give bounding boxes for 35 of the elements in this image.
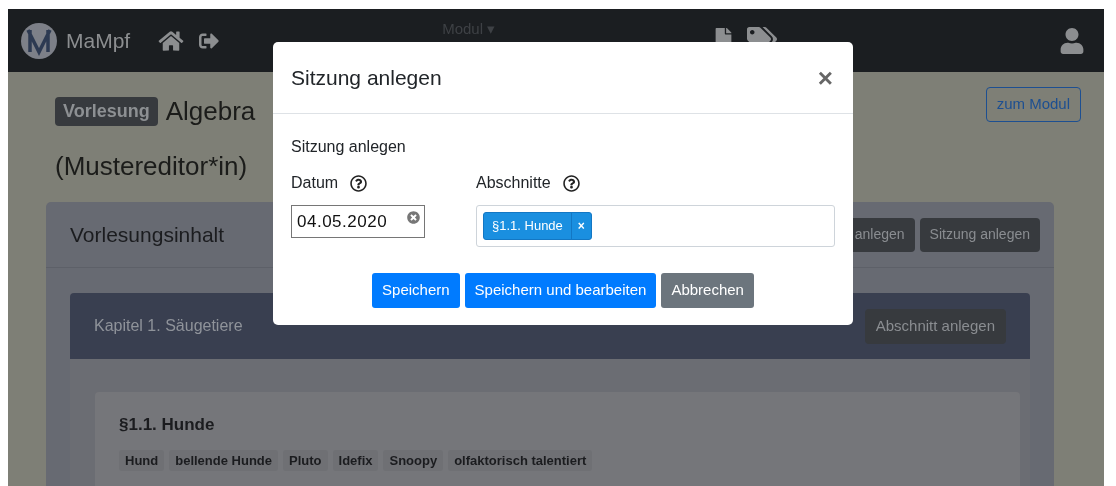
sections-select[interactable]: §1.1. Hunde × (476, 205, 835, 247)
dialog-button[interactable]: Abbrechen (661, 273, 754, 308)
help-icon[interactable] (562, 174, 580, 192)
tag: Pluto (283, 449, 328, 471)
user-icon[interactable] (1060, 27, 1084, 54)
logo-icon[interactable] (20, 21, 58, 60)
date-label: Datum (291, 173, 339, 193)
chapter-title: Kapitel 1. Säugetiere (94, 316, 243, 336)
modal-title: Sitzung anlegen (291, 64, 442, 91)
lecture-title: Algebra (165, 95, 256, 128)
chip-remove-button[interactable]: × (570, 213, 591, 239)
card-title: Vorlesungsinhalt (70, 221, 225, 248)
dialog-button[interactable]: Speichern (372, 273, 460, 308)
chip-label: §1.1. Hunde (491, 217, 564, 236)
date-value: 04.05.2020 (297, 210, 389, 233)
lecture-badge: Vorlesung (55, 97, 158, 126)
tag: Idefix (332, 449, 379, 471)
tag: olfaktorisch talentiert (448, 449, 593, 471)
add-section-button[interactable]: Abschnitt anlegen (864, 308, 1006, 344)
dialog-button[interactable]: Speichern und bearbeiten (464, 273, 657, 308)
clear-icon[interactable] (407, 211, 420, 224)
close-button[interactable]: × (817, 64, 833, 91)
module-button[interactable]: zum Modul (985, 87, 1081, 122)
tag: Snoopy (383, 449, 444, 471)
brand-name[interactable]: MaMpf (66, 24, 131, 57)
home-icon[interactable] (158, 29, 185, 52)
date-input[interactable]: 04.05.2020 (291, 205, 425, 238)
tag: Hund (119, 449, 165, 471)
create-button[interactable]: Sitzung anlegen (919, 217, 1040, 252)
lecture-subtitle: (Mustereditor*in) (55, 150, 248, 183)
form-heading: Sitzung anlegen (291, 137, 407, 157)
tag: bellende Hunde (169, 449, 278, 471)
help-icon[interactable] (350, 174, 368, 192)
section-title: §1.1. Hunde (119, 414, 216, 436)
sections-label: Abschnitte (476, 173, 551, 193)
